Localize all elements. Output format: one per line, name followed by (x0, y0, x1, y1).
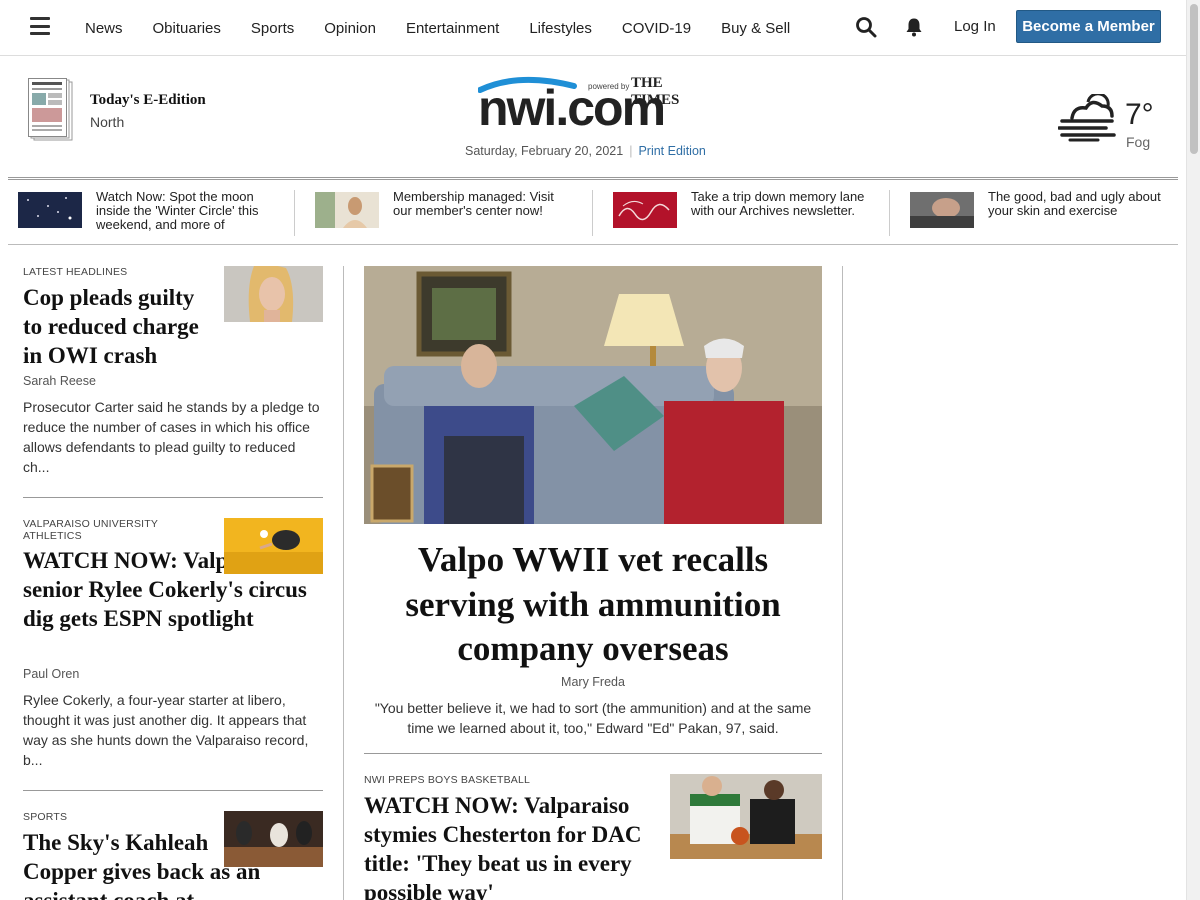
become-member-button[interactable]: Become a Member (1016, 10, 1161, 43)
promo-divider (294, 190, 295, 236)
column-divider (343, 266, 344, 900)
menu-icon[interactable] (30, 17, 50, 35)
article-thumbnail[interactable] (670, 774, 822, 859)
nav-item-lifestyles[interactable]: Lifestyles (529, 20, 592, 37)
article-thumbnail[interactable] (224, 266, 323, 322)
eedition-thumbnail[interactable] (28, 78, 74, 142)
article-kicker[interactable]: LATEST HEADLINES (23, 266, 127, 278)
nav-menu: News Obituaries Sports Opinion Entertain… (85, 0, 820, 56)
logo-the-times: THE TIMES (631, 75, 680, 108)
lead-byline[interactable]: Mary Freda (364, 675, 822, 689)
weather-temperature[interactable]: 7° (1125, 98, 1154, 132)
article-summary[interactable]: Prosecutor Carter said he stands by a pl… (23, 397, 323, 477)
promo-text: Take a trip down memory lane with our Ar… (691, 190, 865, 218)
fog-icon[interactable] (1058, 94, 1118, 142)
nav-item-sports[interactable]: Sports (251, 20, 294, 37)
promo-divider (592, 190, 593, 236)
bell-icon[interactable] (905, 17, 923, 37)
nav-item-news[interactable]: News (85, 20, 123, 37)
promo-item[interactable]: Watch Now: Spot the moon inside the 'Win… (18, 190, 288, 236)
top-navigation: News Obituaries Sports Opinion Entertain… (0, 0, 1186, 56)
column-divider (842, 266, 843, 900)
weather-condition: Fog (1126, 134, 1151, 150)
lead-summary[interactable]: "You better believe it, we had to sort (… (364, 698, 822, 738)
promo-image-archives (613, 192, 677, 228)
article-divider (23, 790, 323, 791)
promo-item[interactable]: Membership managed: Visit our member's c… (315, 190, 585, 236)
eedition-region: North (90, 114, 125, 130)
lead-photo[interactable] (364, 266, 822, 524)
article-kicker[interactable]: NWI PREPS BOYS BASKETBALL (364, 774, 530, 786)
article-byline[interactable]: Paul Oren (23, 667, 79, 681)
search-icon[interactable] (855, 16, 877, 38)
article-byline[interactable]: Sarah Reese (23, 374, 96, 388)
article-summary[interactable]: Rylee Cokerly, a four-year starter at li… (23, 690, 323, 770)
promo-text: Membership managed: Visit our member's c… (393, 190, 554, 218)
promo-text: Watch Now: Spot the moon inside the 'Win… (96, 190, 259, 232)
lead-headline[interactable]: Valpo WWII vet recalls serving with ammu… (364, 538, 822, 672)
nav-item-opinion[interactable]: Opinion (324, 20, 376, 37)
nav-item-buy-sell[interactable]: Buy & Sell (721, 20, 790, 37)
article-headline[interactable]: Cop pleads guilty to reduced charge in O… (23, 283, 213, 370)
nav-item-entertainment[interactable]: Entertainment (406, 20, 499, 37)
print-edition-link[interactable]: Print Edition (638, 144, 705, 158)
site-logo[interactable]: nwi.com powered by THE TIMES (478, 74, 708, 140)
nav-item-obituaries[interactable]: Obituaries (153, 20, 221, 37)
article-thumbnail[interactable] (224, 811, 323, 867)
promo-strip: Watch Now: Spot the moon inside the 'Win… (8, 177, 1178, 245)
promo-item[interactable]: Take a trip down memory lane with our Ar… (613, 190, 883, 236)
article-thumbnail[interactable] (224, 518, 323, 574)
article-headline[interactable]: WATCH NOW: Valparaiso stymies Chesterton… (364, 791, 654, 900)
eedition-title[interactable]: Today's E-Edition (90, 92, 206, 109)
article-divider (23, 497, 323, 498)
login-link[interactable]: Log In (954, 18, 996, 35)
current-date: Saturday, February 20, 2021 (465, 144, 624, 158)
date-line: Saturday, February 20, 2021 | Print Editio… (465, 144, 706, 158)
nav-item-covid[interactable]: COVID-19 (622, 20, 691, 37)
promo-image-member (315, 192, 379, 228)
promo-item[interactable]: The good, bad and ugly about your skin a… (910, 190, 1170, 236)
promo-divider (889, 190, 890, 236)
promo-image-night-sky (18, 192, 82, 228)
promo-text: The good, bad and ugly about your skin a… (988, 190, 1161, 218)
article-divider (364, 753, 822, 754)
article-kicker[interactable]: SPORTS (23, 811, 67, 823)
article-kicker[interactable]: VALPARAISO UNIVERSITY ATHLETICS (23, 518, 213, 542)
promo-image-skin (910, 192, 974, 228)
scrollbar[interactable] (1186, 0, 1200, 900)
logo-swoosh-icon (478, 76, 577, 93)
scroll-thumb[interactable] (1190, 4, 1198, 154)
